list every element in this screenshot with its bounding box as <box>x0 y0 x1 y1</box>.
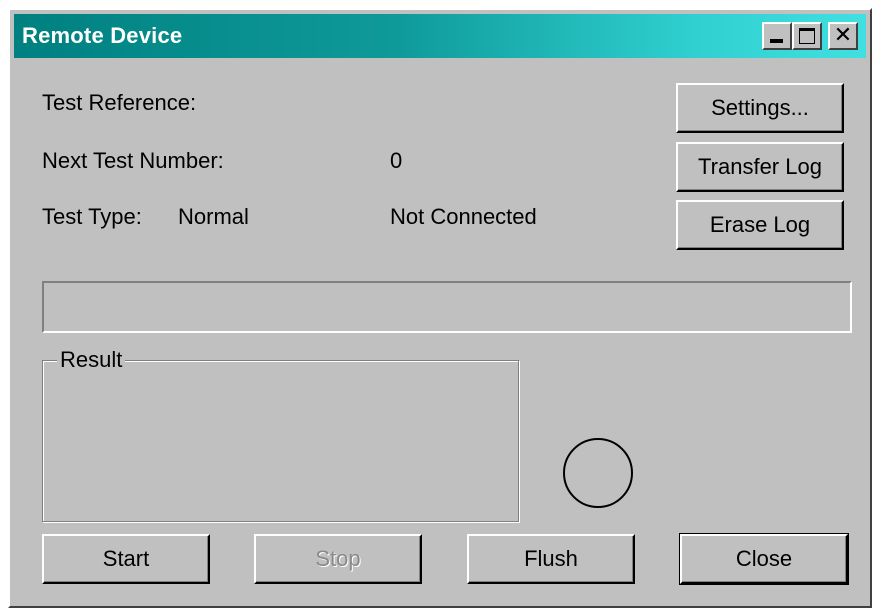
minimize-button[interactable] <box>762 22 792 50</box>
stop-button[interactable]: Stop <box>254 534 422 584</box>
test-reference-label: Test Reference: <box>42 90 197 115</box>
result-label: Result <box>57 347 126 373</box>
next-test-number-label: Next Test Number: <box>42 148 224 173</box>
status-indicator-circle <box>563 438 633 508</box>
transfer-log-button[interactable]: Transfer Log <box>676 142 844 192</box>
close-window-button[interactable]: ✕ <box>828 22 858 50</box>
maximize-button[interactable] <box>792 22 822 50</box>
close-icon: ✕ <box>833 23 853 48</box>
start-button[interactable]: Start <box>42 534 210 584</box>
erase-log-button[interactable]: Erase Log <box>676 200 844 250</box>
progress-bar <box>42 281 852 333</box>
connection-status: Not Connected <box>390 204 537 229</box>
window-title: Remote Device <box>22 23 183 48</box>
close-button[interactable]: Close <box>679 533 849 585</box>
result-groupbox: Result <box>42 347 519 522</box>
maximize-icon <box>799 28 815 44</box>
next-test-number-value: 0 <box>390 148 403 173</box>
flush-button[interactable]: Flush <box>467 534 635 584</box>
remote-device-window: Remote Device ✕ Test Reference: Next Tes… <box>8 8 872 608</box>
settings-button[interactable]: Settings... <box>676 83 844 133</box>
minimize-icon <box>770 39 783 43</box>
title-bar[interactable]: Remote Device ✕ <box>14 14 866 58</box>
test-type-value: Normal <box>178 204 249 229</box>
test-type-label: Test Type: <box>42 204 142 229</box>
